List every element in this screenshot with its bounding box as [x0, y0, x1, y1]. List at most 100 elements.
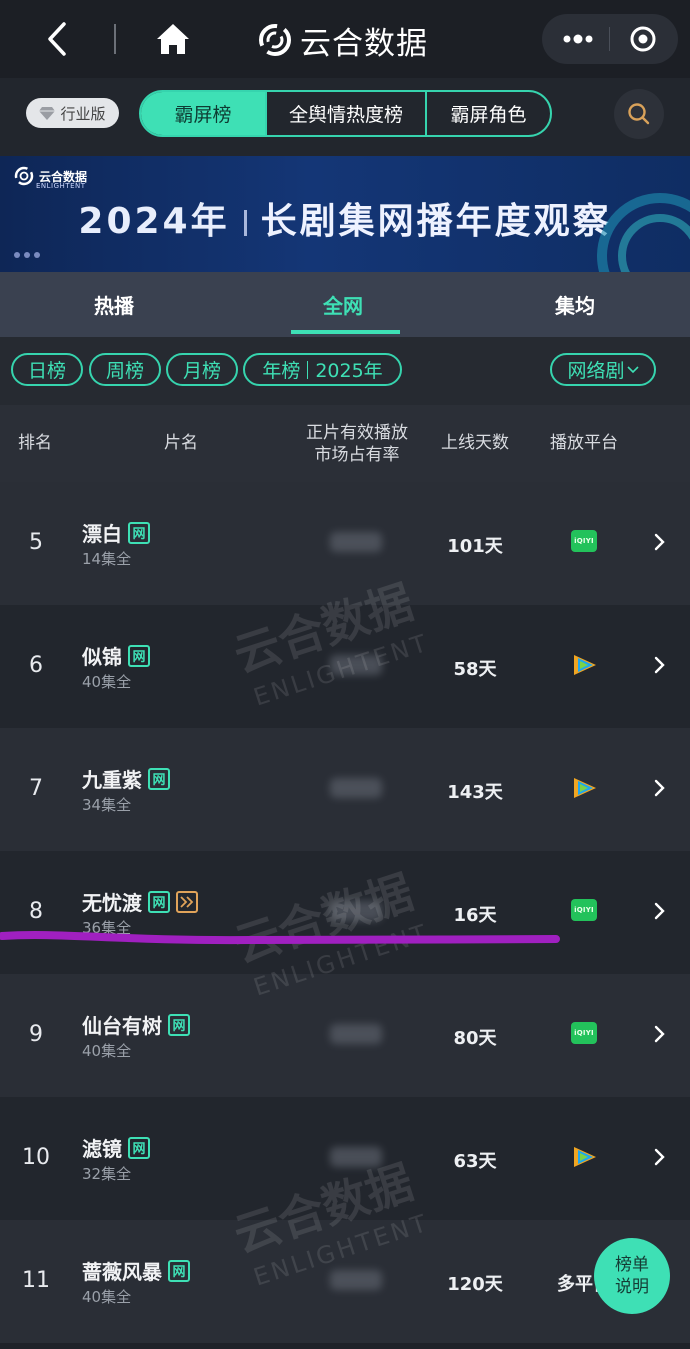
float-button-line2: 说明 — [615, 1277, 649, 1297]
table-row[interactable]: 5 漂白 网 14集全 101天 iQIYI — [0, 482, 690, 605]
row-name-line: 漂白 网 — [82, 518, 150, 547]
segment-dominant-roles[interactable]: 霸屏角色 — [427, 92, 550, 135]
filter-daily[interactable]: 日榜 — [11, 353, 83, 386]
banner-pagination-dots — [14, 252, 40, 258]
fast-forward-icon — [180, 895, 194, 908]
chevron-right-icon[interactable] — [650, 1024, 670, 1044]
float-button-line1: 榜单 — [615, 1255, 649, 1275]
close-miniprogram-button[interactable] — [628, 24, 658, 54]
ranking-segment-control: 霸屏榜 全舆情热度榜 霸屏角色 — [139, 90, 552, 137]
column-header-days: 上线天数 — [441, 433, 509, 453]
home-button[interactable] — [152, 18, 194, 60]
period-filters: 日榜 周榜 月榜 年榜 2025年 网络剧 — [0, 337, 690, 405]
segment-screen-dominance[interactable]: 霸屏榜 — [141, 92, 267, 135]
row-title: 滤镜 — [82, 1137, 122, 1161]
table-row[interactable]: 10 滤镜 网 32集全 63天 — [0, 1097, 690, 1220]
chevron-left-icon — [48, 22, 66, 56]
row-platform — [571, 653, 599, 681]
app-title: 云合数据 — [258, 18, 428, 62]
tencent-video-icon — [574, 778, 596, 798]
industry-badge-label: 行业版 — [60, 104, 106, 123]
ranking-explanation-button[interactable]: 榜单 说明 — [594, 1238, 670, 1314]
filter-year-divider — [307, 360, 309, 379]
column-header-title: 片名 — [164, 433, 198, 453]
search-button[interactable] — [614, 89, 664, 139]
row-rank: 5 — [29, 530, 43, 555]
row-name-line: 无忧渡 网 — [82, 887, 198, 916]
row-days-online: 80天 — [453, 1028, 497, 1049]
table-row[interactable]: 6 似锦 网 40集全 58天 — [0, 605, 690, 728]
row-rank: 9 — [29, 1022, 43, 1047]
network-drama-tag: 网 — [148, 767, 170, 790]
filter-yearly[interactable]: 年榜 2025年 — [243, 353, 402, 386]
table-row[interactable]: 7 九重紫 网 34集全 143天 — [0, 728, 690, 851]
iqiyi-icon: iQIYI — [571, 1022, 597, 1044]
capsule-divider — [609, 27, 610, 51]
row-market-share-blurred — [330, 1024, 382, 1044]
row-name-line: 仙台有树 网 — [82, 1010, 190, 1039]
row-days-online: 16天 — [453, 905, 497, 926]
row-rank: 10 — [22, 1145, 50, 1170]
target-icon — [630, 26, 656, 52]
row-days-online: 58天 — [453, 659, 497, 680]
industry-edition-badge[interactable]: 行业版 — [26, 98, 119, 128]
row-platform: iQIYI — [571, 1022, 597, 1044]
column-header-share-line1: 正片有效播放 — [306, 423, 408, 443]
more-button[interactable] — [560, 27, 596, 51]
banner-brand: 云合数据 ENLIGHTENT — [14, 166, 87, 190]
purple-highlight-stroke — [0, 930, 560, 945]
table-header: 排名 片名 正片有效播放 市场占有率 上线天数 播放平台 — [0, 405, 690, 482]
fast-forward-tag — [176, 890, 198, 913]
scope-tabs: 热播 全网 集均 — [0, 272, 690, 337]
chevron-right-icon[interactable] — [650, 901, 670, 921]
ranking-type-bar: 行业版 霸屏榜 全舆情热度榜 霸屏角色 — [0, 78, 690, 156]
annual-report-banner[interactable]: 云合数据 ENLIGHTENT 2024年 长剧集网播年度观察 — [0, 156, 690, 272]
table-row[interactable]: 11 蔷薇风暴 网 40集全 120天 多平台 — [0, 1220, 690, 1343]
row-market-share-blurred — [330, 655, 382, 675]
row-days-online: 101天 — [447, 536, 503, 557]
home-icon — [157, 24, 189, 54]
row-market-share-blurred — [330, 1270, 382, 1290]
tab-episode-average[interactable]: 集均 — [555, 290, 595, 319]
filter-weekly[interactable]: 周榜 — [89, 353, 161, 386]
row-platform: iQIYI — [571, 530, 597, 552]
tab-all-network[interactable]: 全网 — [323, 290, 363, 319]
row-platform: iQIYI — [571, 899, 597, 921]
title-divider — [114, 24, 116, 54]
chevron-down-icon — [626, 365, 639, 373]
row-name-line: 滤镜 网 — [82, 1133, 150, 1162]
search-icon — [628, 103, 650, 125]
filter-monthly[interactable]: 月榜 — [166, 353, 238, 386]
network-drama-tag: 网 — [128, 1136, 150, 1159]
back-button[interactable] — [38, 18, 78, 60]
yunhe-logo-icon — [14, 166, 34, 186]
drama-type-value: 网络剧 — [567, 360, 625, 382]
banner-title-text: 长剧集网播年度观察 — [260, 201, 612, 242]
row-episodes: 40集全 — [82, 1042, 132, 1060]
chevron-right-icon[interactable] — [650, 532, 670, 552]
row-title: 蔷薇风暴 — [82, 1260, 162, 1284]
row-title: 仙台有树 — [82, 1014, 162, 1038]
row-platform — [571, 776, 599, 804]
column-header-rank: 排名 — [18, 433, 52, 453]
row-episodes: 34集全 — [82, 796, 132, 814]
row-days-online: 120天 — [447, 1274, 503, 1295]
row-market-share-blurred — [330, 778, 382, 798]
filter-yearly-label: 年榜 — [262, 360, 301, 382]
table-row[interactable]: 9 仙台有树 网 40集全 80天 iQIYI — [0, 974, 690, 1097]
chevron-right-icon[interactable] — [650, 1147, 670, 1167]
table-row[interactable]: 8 无忧渡 网 36集全 16天 iQIYI — [0, 851, 690, 974]
app-title-text: 云合数据 — [300, 25, 428, 62]
segment-public-opinion-heat[interactable]: 全舆情热度榜 — [267, 92, 427, 135]
row-days-online: 143天 — [447, 782, 503, 803]
row-name-line: 九重紫 网 — [82, 764, 170, 793]
tab-hot[interactable]: 热播 — [94, 290, 134, 319]
row-episodes: 40集全 — [82, 673, 132, 691]
chevron-right-icon[interactable] — [650, 778, 670, 798]
miniprogram-capsule — [542, 14, 678, 64]
chevron-right-icon[interactable] — [650, 655, 670, 675]
drama-type-dropdown[interactable]: 网络剧 — [550, 353, 656, 386]
yunhe-logo-icon — [259, 24, 291, 56]
diamond-icon — [39, 107, 56, 120]
row-market-share-blurred — [330, 1147, 382, 1167]
